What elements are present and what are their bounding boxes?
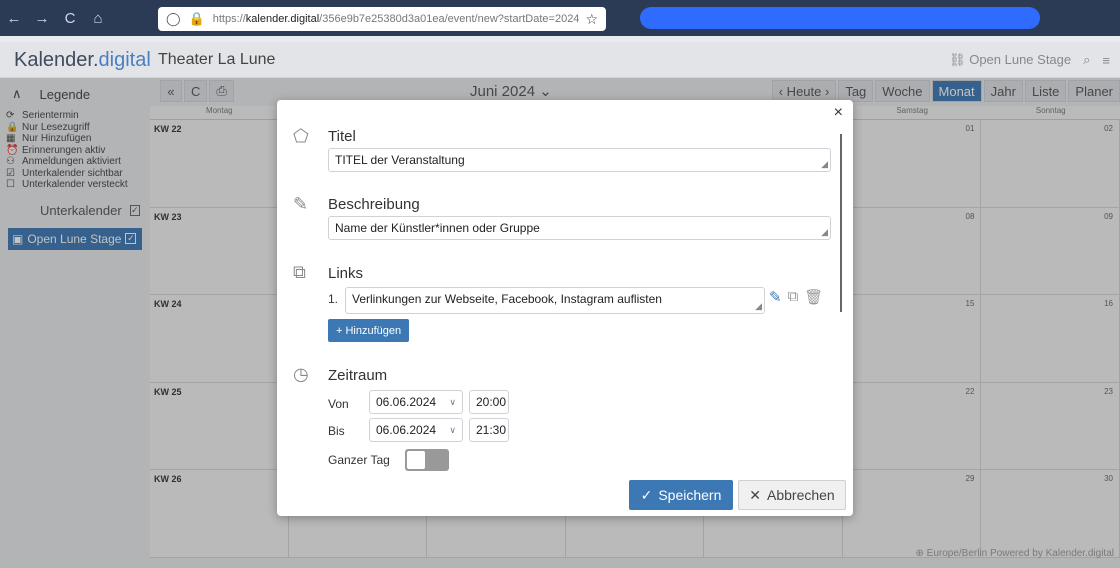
- reload-icon[interactable]: C: [56, 10, 84, 27]
- forward-icon[interactable]: →: [28, 10, 56, 27]
- resize-handle-icon[interactable]: ◢: [755, 301, 762, 312]
- tag-icon: ⬠: [293, 126, 309, 146]
- to-label: Bis: [328, 424, 345, 438]
- lock-icon: 🔒: [188, 11, 205, 26]
- from-date-select[interactable]: 06.06.2024 ∨: [369, 390, 463, 414]
- link-number: 1.: [328, 292, 339, 306]
- from-time-input[interactable]: 20:00: [469, 390, 509, 414]
- add-link-button[interactable]: + Hinzufügen: [328, 319, 410, 342]
- menu-icon[interactable]: ≡: [1102, 53, 1110, 68]
- description-label: Beschreibung: [328, 196, 420, 213]
- link-input[interactable]: Verlinkungen zur Webseite, Facebook, Ins…: [345, 287, 765, 314]
- description-input[interactable]: Name der Künstler*innen oder Gruppe ◢: [328, 216, 831, 240]
- to-time-input[interactable]: 21:30: [469, 418, 509, 442]
- from-label: Von: [328, 397, 349, 411]
- close-icon[interactable]: ×: [834, 104, 843, 122]
- search-icon[interactable]: ⌕: [1083, 52, 1090, 68]
- app-header: Kalender.digital Theater La Lune ⛓ Open …: [0, 42, 1120, 78]
- period-label: Zeitraum: [328, 367, 388, 384]
- pencil-icon[interactable]: ✎: [769, 288, 782, 306]
- close-icon: ✕: [749, 486, 761, 503]
- allday-label: Ganzer Tag: [328, 453, 390, 467]
- shield-icon: ◯: [166, 11, 181, 26]
- resize-handle-icon[interactable]: ◢: [821, 159, 828, 170]
- cancel-button[interactable]: ✕ Abbrechen: [738, 480, 846, 510]
- clock-icon: ◷: [293, 364, 309, 384]
- open-stage-link[interactable]: ⛓ Open Lune Stage: [949, 52, 1071, 68]
- links-label: Links: [328, 265, 364, 282]
- chevron-down-icon: ∨: [449, 396, 456, 407]
- to-date-select[interactable]: 06.06.2024 ∨: [369, 418, 463, 442]
- bookmark-star-icon[interactable]: ☆: [585, 11, 598, 28]
- home-icon[interactable]: ⌂: [84, 10, 112, 27]
- save-button[interactable]: ✓ Speichern: [629, 480, 733, 510]
- address-bar[interactable]: ◯ 🔒 https://kalender.digital/356e9b7e253…: [158, 7, 606, 31]
- title-input[interactable]: TITEL der Veranstaltung ◢: [328, 148, 831, 172]
- chevron-down-icon: ∨: [449, 424, 456, 435]
- external-link-icon: ⧉: [293, 262, 306, 282]
- open-link-icon[interactable]: ⧉: [788, 288, 799, 306]
- title-label: Titel: [328, 128, 356, 145]
- calendar-title: Theater La Lune: [158, 51, 276, 68]
- back-icon[interactable]: ←: [0, 10, 28, 27]
- browser-toolbar: ← → C ⌂ ◯ 🔒 https://kalender.digital/356…: [0, 0, 1120, 36]
- toggle-knob: [407, 451, 425, 469]
- resize-handle-icon[interactable]: ◢: [821, 227, 828, 238]
- app-logo[interactable]: Kalender.digital: [14, 49, 151, 72]
- redacted-area: [640, 7, 1040, 29]
- new-event-dialog: × ⬠ Titel TITEL der Veranstaltung ◢ ✎ Bes…: [277, 100, 853, 516]
- trash-icon[interactable]: 🗑: [804, 288, 823, 306]
- scrollbar[interactable]: [840, 134, 842, 312]
- allday-toggle[interactable]: [405, 449, 449, 471]
- check-icon: ✓: [640, 486, 653, 503]
- url-text[interactable]: https://kalender.digital/356e9b7e25380d3…: [213, 13, 580, 25]
- edit-icon: ✎: [293, 194, 309, 214]
